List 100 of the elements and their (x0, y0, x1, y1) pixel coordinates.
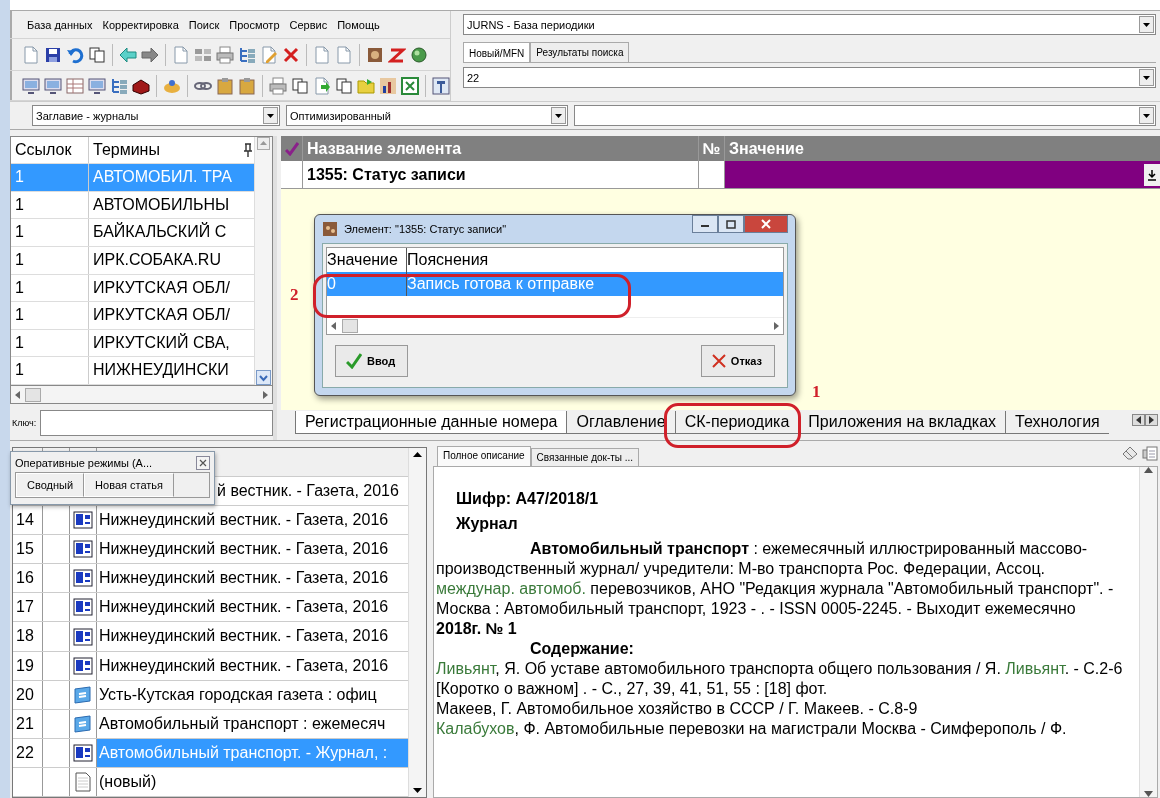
cancel-button[interactable]: Отказ (700, 345, 775, 377)
close-icon[interactable] (196, 456, 210, 470)
table-cell[interactable]: Нижнеудинский вестник. - Газета, 2016 (97, 622, 408, 651)
column-header[interactable]: Значение (725, 136, 1160, 161)
scroll-right-arrow-icon[interactable] (774, 322, 779, 330)
table-cell: 18 (13, 622, 43, 651)
table-cell[interactable]: АВТОМОБИЛЬНЫ (89, 191, 254, 219)
menu-item[interactable]: Просмотр (224, 15, 285, 34)
copy-icon[interactable] (335, 76, 353, 95)
tab[interactable]: Связанные док-ты ... (530, 448, 640, 466)
menu-item[interactable]: Сервис (284, 15, 333, 34)
author-link[interactable]: Ливьянт (1005, 660, 1065, 677)
menu-item[interactable]: База данных (22, 15, 98, 34)
pin-icon[interactable] (242, 143, 254, 157)
monitor-icon[interactable] (44, 76, 62, 95)
printer-icon[interactable] (269, 76, 287, 95)
table-cell[interactable]: Нижнеудинский вестник. - Газета, 2016 (97, 593, 408, 622)
clipboard-icon[interactable] (216, 76, 234, 95)
column-header[interactable]: Термины (93, 137, 160, 163)
table-cell[interactable]: Нижнеудинский вестник. - Газета, 2016 (97, 506, 408, 535)
issue-icon (73, 655, 93, 676)
table-cell: 1 (11, 164, 89, 191)
table-cell: 1 (11, 219, 89, 246)
index-dropdown[interactable]: Заглавие - журналы (32, 105, 280, 126)
mfn-field[interactable]: 22 (463, 67, 1156, 88)
copy-icon[interactable] (88, 45, 106, 64)
menu-item[interactable]: Помощь (332, 15, 385, 34)
table-cell[interactable]: БАЙКАЛЬСКИЙ С (89, 219, 254, 246)
table-cell[interactable]: ИРКУТСКАЯ ОБЛ/ (89, 302, 254, 329)
globe-icon[interactable] (410, 45, 428, 64)
back-arrow-icon[interactable] (119, 45, 137, 64)
value-cell[interactable] (725, 161, 1160, 188)
table-cell[interactable]: ИРКУТСКАЯ ОБЛ/ (89, 274, 254, 302)
scroll-up-arrow-icon[interactable] (1144, 467, 1153, 473)
table-cell[interactable]: Нижнеудинский вестник. - Газета, 2016 (97, 535, 408, 564)
tree-icon[interactable] (238, 45, 256, 64)
table-cell: 17 (13, 593, 43, 622)
export-icon[interactable] (313, 76, 331, 95)
mode-button[interactable]: Сводный (16, 473, 85, 497)
contents-entry: [Коротко о важном] . - С., 27, 39, 41, 51, 55 : [18] фот. (436, 679, 829, 699)
table-cell[interactable]: Автомобильный транспорт : ежемесяч (97, 709, 408, 738)
vertical-scrollbar[interactable] (408, 448, 426, 797)
scroll-down-arrow-icon[interactable] (1144, 791, 1153, 797)
tab[interactable]: Регистрационные данные номера (295, 411, 567, 434)
table-cell[interactable]: Усть-Кутская городская газета : офиц (97, 680, 408, 709)
tab[interactable]: Полное описание (437, 446, 531, 466)
table-cell[interactable]: ИРКУТСКИЙ СВА, (89, 329, 254, 357)
chart-icon[interactable] (379, 76, 397, 95)
close-button[interactable] (744, 215, 788, 233)
annotation-number: 1 (812, 382, 821, 402)
minimize-button[interactable] (692, 215, 718, 233)
author-link[interactable]: Калабухов (436, 720, 515, 737)
spreadsheet-icon[interactable] (401, 76, 419, 95)
table-cell: 1 (11, 191, 89, 219)
clipboard-icon[interactable] (238, 76, 256, 95)
forward-arrow-icon[interactable] (141, 45, 159, 64)
format-dropdown[interactable]: Оптимизированный (286, 105, 568, 126)
menu-item[interactable]: Поиск (183, 15, 225, 34)
download-arrow-icon[interactable] (1147, 168, 1157, 181)
table-cell[interactable]: НИЖНЕУДИНСКИ (89, 357, 254, 384)
table-cell[interactable]: Нижнеудинский вестник. - Газета, 2016 (97, 651, 408, 680)
monitor-icon[interactable] (22, 76, 40, 95)
column-header[interactable]: Пояснения (407, 248, 783, 272)
tab[interactable]: Оглавление (566, 411, 675, 434)
author-link[interactable]: Ливьянт (436, 660, 496, 677)
author-link[interactable]: междунар. автомоб. (436, 580, 586, 597)
scroll-left-arrow-icon[interactable] (15, 390, 21, 399)
delete-icon[interactable] (282, 45, 300, 64)
menu-item[interactable]: Корректировка (97, 15, 184, 34)
maximize-button[interactable] (718, 215, 744, 233)
database-dropdown[interactable]: JURNS - База периодики (463, 14, 1156, 35)
undo-icon[interactable] (66, 45, 84, 64)
monitor-icon[interactable] (88, 76, 106, 95)
ok-button[interactable]: Ввод (335, 345, 409, 377)
scroll-right-arrow-icon[interactable] (262, 390, 268, 399)
mode-button[interactable]: Новая статья (84, 473, 175, 497)
horizontal-scrollbar[interactable] (10, 386, 273, 404)
tab[interactable]: Результаты поиска (530, 42, 630, 62)
table-cell[interactable]: й вестник. - Газета, 2016 (217, 477, 408, 506)
table-icon[interactable] (66, 76, 84, 95)
printer-icon[interactable] (216, 45, 234, 64)
copy-icon[interactable] (291, 76, 309, 95)
vertical-scrollbar[interactable] (1139, 467, 1157, 797)
tab-scroll-arrows-icon[interactable] (1132, 414, 1158, 426)
scroll-left-arrow-icon[interactable] (331, 322, 336, 330)
scrollbar-thumb[interactable] (342, 319, 358, 333)
column-header[interactable]: Ссылок (11, 137, 89, 163)
tree-icon[interactable] (110, 76, 128, 95)
key-field[interactable] (40, 410, 273, 436)
tab[interactable]: Новый/MFN (463, 42, 531, 62)
save-icon[interactable] (44, 45, 62, 64)
picture-icon[interactable] (366, 45, 384, 64)
table-cell[interactable]: Нижнеудинский вестник. - Газета, 2016 (97, 564, 408, 593)
table-cell[interactable]: ИРК.СОБАКА.RU (89, 246, 254, 274)
scrollbar-thumb[interactable] (25, 387, 41, 402)
tab[interactable]: СК-периодика (674, 411, 799, 434)
print-preview-icon[interactable] (1142, 445, 1158, 462)
table-cell[interactable]: (новый) (97, 767, 408, 796)
eraser-icon[interactable] (1122, 445, 1138, 460)
tab[interactable]: Технология (1005, 411, 1109, 434)
